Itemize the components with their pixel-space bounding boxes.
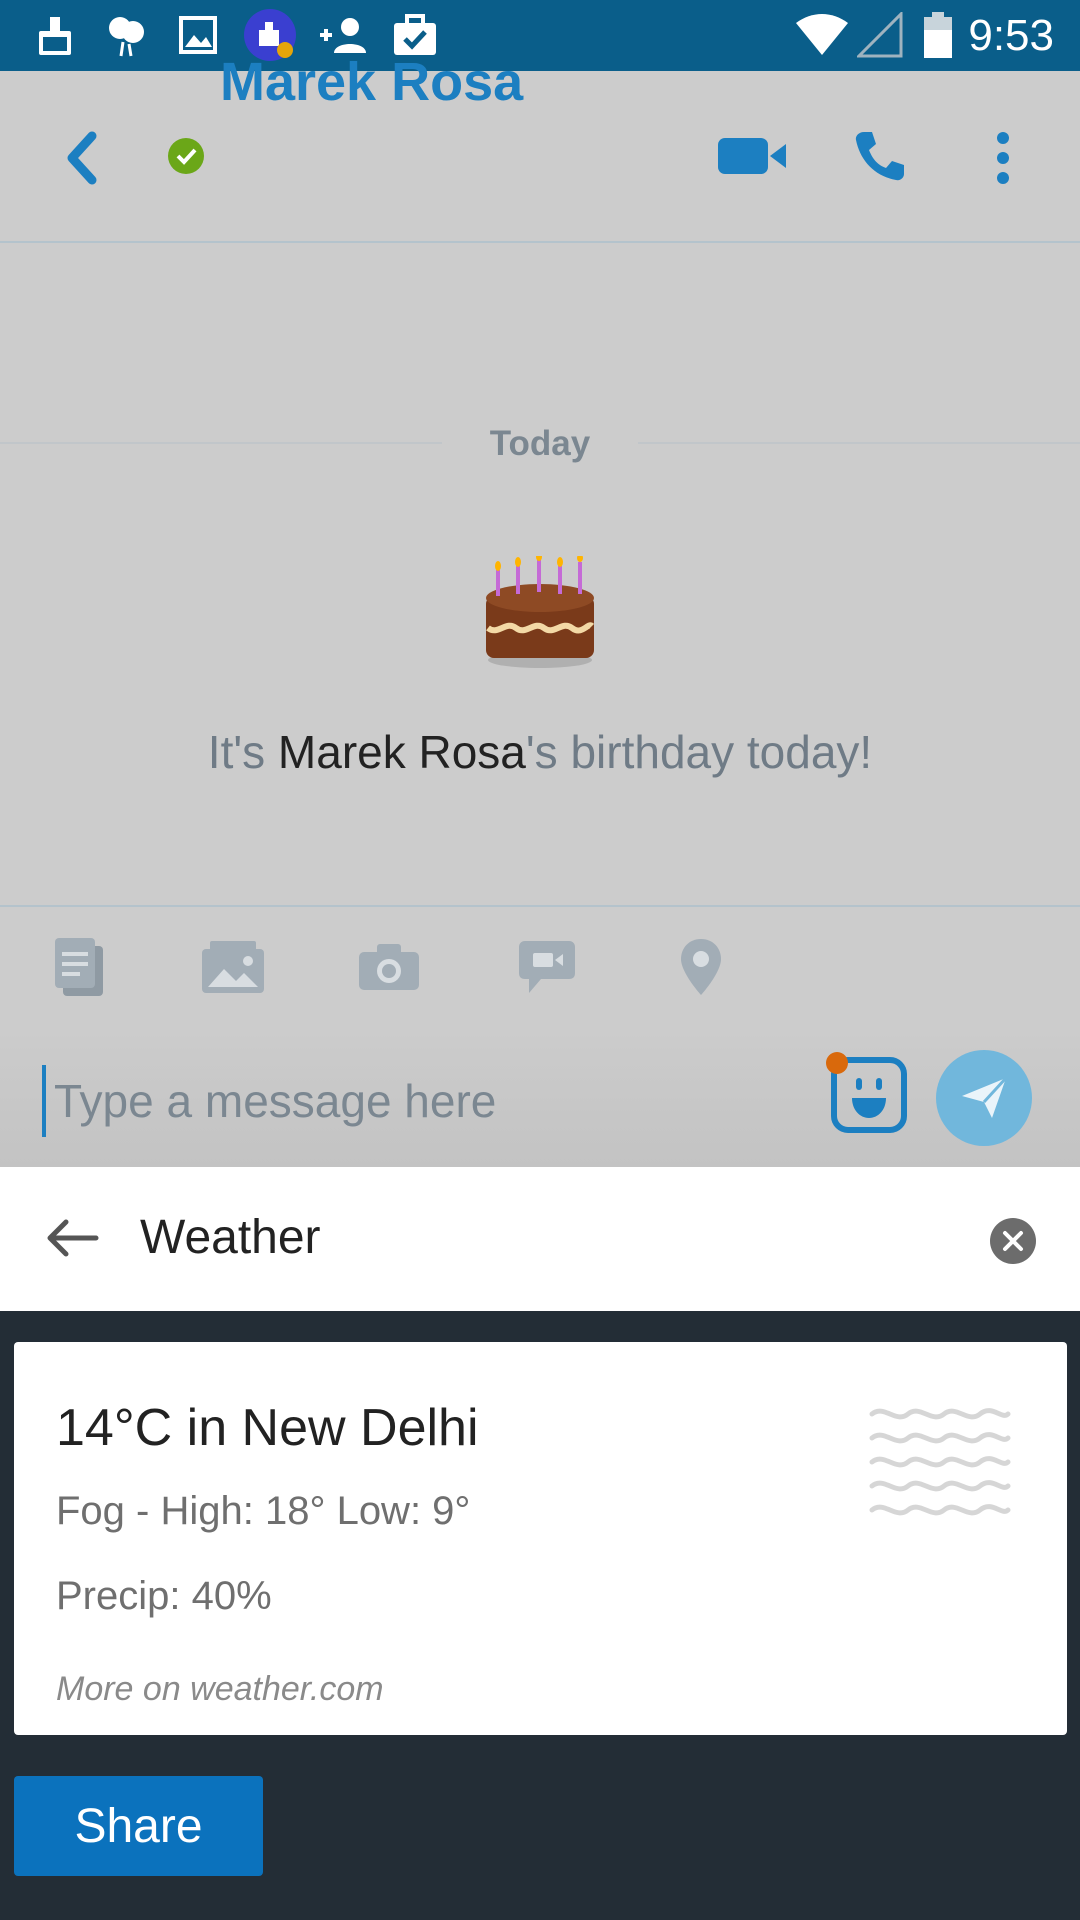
weather-precip: Precip: 40% — [56, 1574, 272, 1618]
wifi-icon — [792, 12, 852, 58]
status-time: 9:53 — [968, 11, 1054, 60]
arrow-back-icon[interactable] — [44, 1216, 100, 1260]
birthday-message: It's Marek Rosa's birthday today! — [0, 722, 1080, 782]
more-icon[interactable] — [992, 128, 1014, 188]
camera-icon[interactable] — [354, 932, 424, 1002]
message-input[interactable] — [42, 1065, 816, 1137]
notification-dot — [826, 1052, 848, 1074]
cleaner-icon — [30, 12, 80, 58]
clear-icon[interactable] — [990, 1218, 1036, 1264]
birthday-cake-icon — [482, 553, 598, 672]
file-icon[interactable] — [44, 932, 114, 1002]
send-icon[interactable] — [936, 1050, 1032, 1146]
presence-indicator — [168, 138, 204, 174]
birthday-suffix: 's birthday today! — [525, 726, 873, 778]
weather-conditions: Fog - High: 18° Low: 9° — [56, 1489, 471, 1533]
birthday-contact-name: Marek Rosa — [277, 726, 526, 778]
birthday-prefix: It's — [207, 726, 278, 778]
phone-icon[interactable] — [852, 128, 906, 184]
search-query[interactable]: Weather — [140, 1208, 321, 1268]
fog-icon — [868, 1404, 1012, 1532]
video-message-icon[interactable] — [512, 932, 582, 1002]
image-icon — [174, 12, 222, 58]
weather-title: 14°C in New Delhi — [56, 1399, 479, 1457]
balloons-icon — [102, 12, 152, 58]
location-icon[interactable] — [666, 932, 736, 1002]
battery-icon — [918, 12, 958, 58]
signal-icon — [856, 12, 904, 58]
weather-more-link[interactable]: More on weather.com — [56, 1667, 384, 1711]
chat-header — [0, 71, 1080, 243]
share-button[interactable]: Share — [14, 1776, 263, 1876]
date-separator: Today — [489, 424, 591, 463]
photo-gallery-icon[interactable] — [198, 932, 268, 1002]
video-call-icon[interactable] — [716, 132, 788, 180]
status-bar: 9:53 — [0, 0, 1080, 71]
contact-name[interactable]: Marek Rosa — [220, 50, 523, 114]
back-icon[interactable] — [60, 128, 104, 188]
